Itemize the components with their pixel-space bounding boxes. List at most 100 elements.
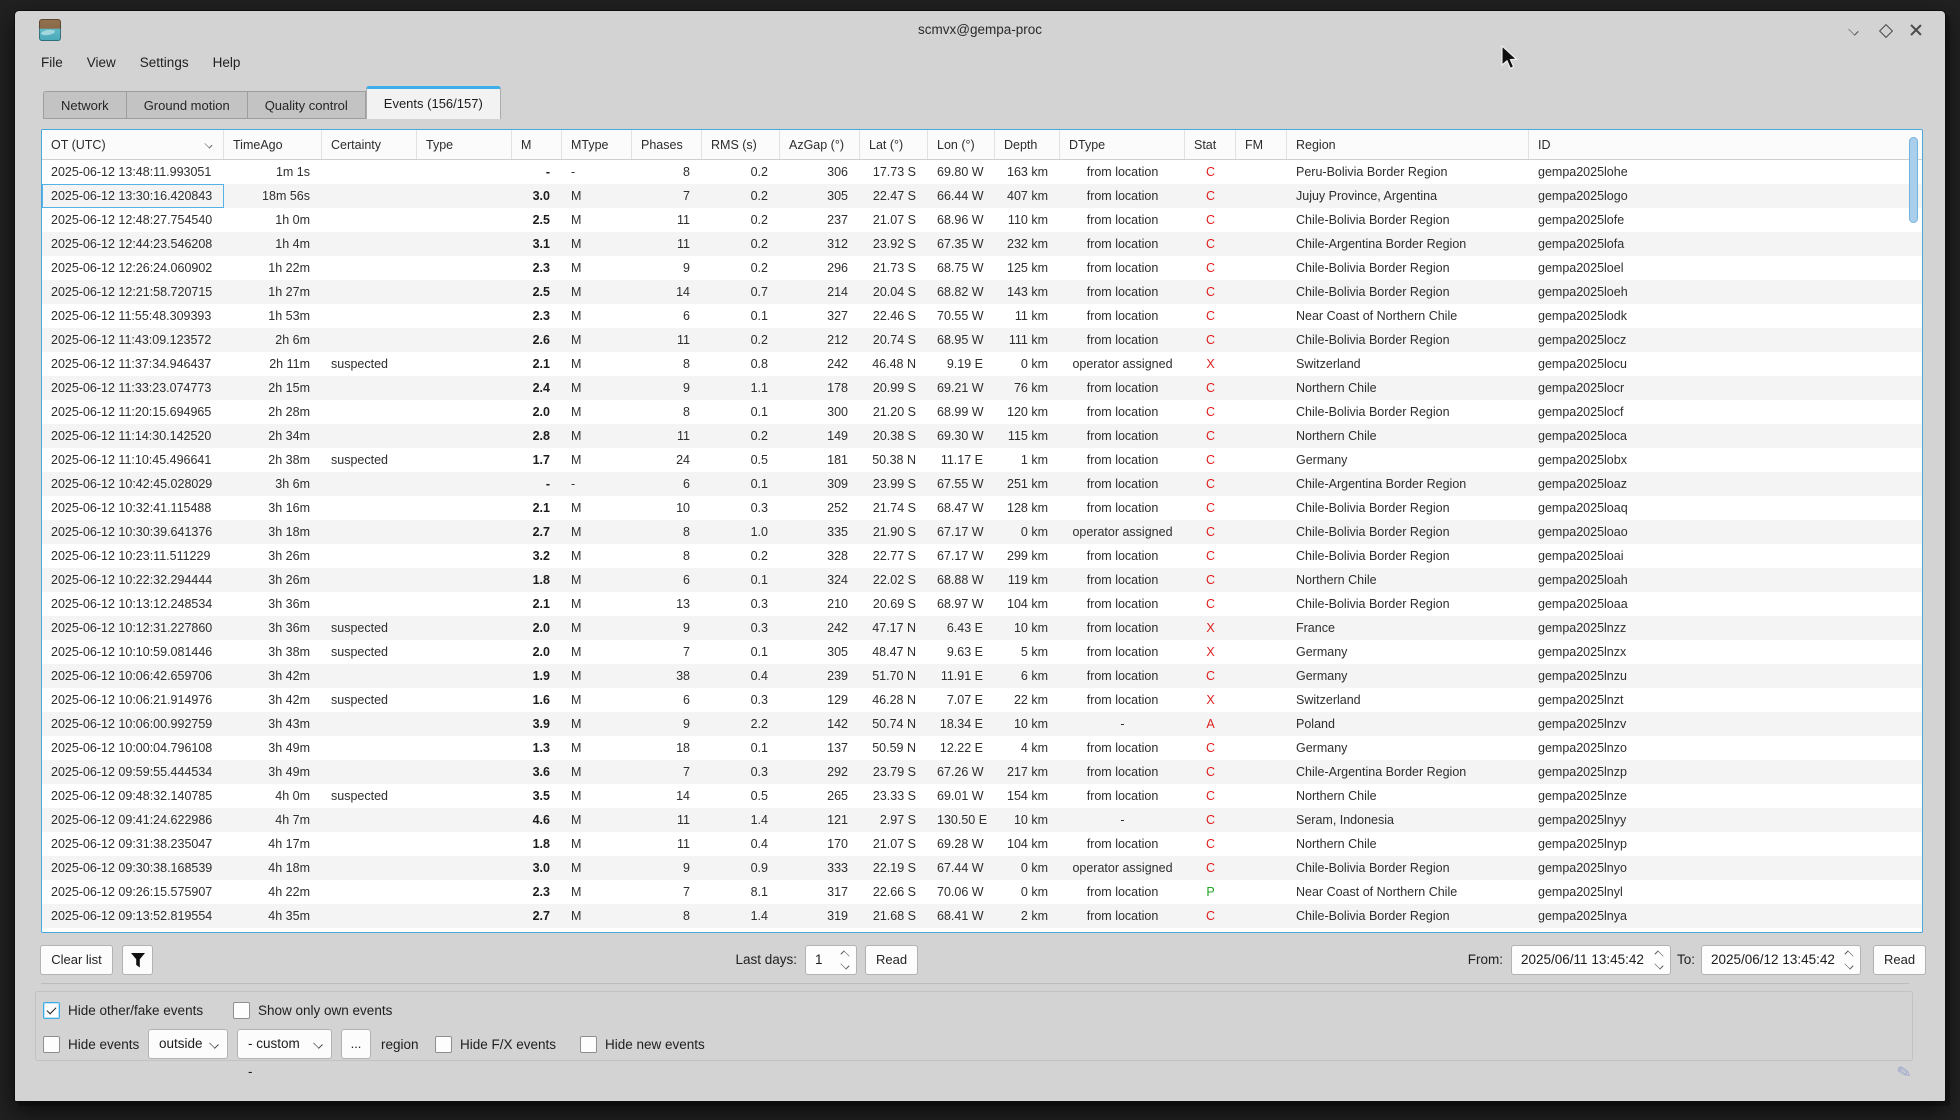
cell-region[interactable]: Chile-Bolivia Border Region: [1287, 592, 1529, 616]
cell-azgap[interactable]: 212: [780, 328, 860, 352]
cell-dtype[interactable]: from location: [1060, 376, 1185, 400]
cell-id[interactable]: gempa2025lnyp: [1529, 832, 1922, 856]
cell-stat[interactable]: C: [1185, 568, 1236, 592]
cell-certainty[interactable]: [322, 904, 417, 928]
cell-mtype[interactable]: M: [562, 640, 632, 664]
cell-type[interactable]: [417, 184, 512, 208]
cell-type[interactable]: [417, 544, 512, 568]
table-row[interactable]: 2025-06-12 09:48:32.1407854h 0msuspected…: [42, 784, 1922, 808]
cell-dtype[interactable]: -: [1060, 712, 1185, 736]
cell-depth[interactable]: 104 km: [995, 832, 1060, 856]
cell-phases[interactable]: 14: [632, 784, 702, 808]
cell-certainty[interactable]: [322, 664, 417, 688]
cell-dtype[interactable]: from location: [1060, 784, 1185, 808]
cell-rms[interactable]: 1.4: [702, 808, 780, 832]
cell-fm[interactable]: [1236, 544, 1287, 568]
cell-rms[interactable]: 0.5: [702, 784, 780, 808]
cell-type[interactable]: [417, 520, 512, 544]
cell-depth[interactable]: 76 km: [995, 376, 1060, 400]
cell-lon[interactable]: 12.22 E: [928, 736, 995, 760]
spin-arrows-icon[interactable]: [839, 950, 851, 972]
cell-id[interactable]: gempa2025lnzt: [1529, 688, 1922, 712]
cell-lat[interactable]: 20.74 S: [860, 328, 928, 352]
cell-ot[interactable]: 2025-06-12 11:37:34.946437: [42, 352, 224, 376]
cell-ot[interactable]: 2025-06-12 13:48:11.993051: [42, 160, 224, 184]
cell-dtype[interactable]: from location: [1060, 448, 1185, 472]
cell-timeago[interactable]: 3h 26m: [224, 568, 322, 592]
cell-phases[interactable]: 11: [632, 424, 702, 448]
cell-m[interactable]: 3.5: [512, 784, 562, 808]
cell-type[interactable]: [417, 664, 512, 688]
cell-azgap[interactable]: 327: [780, 304, 860, 328]
cell-mtype[interactable]: M: [562, 520, 632, 544]
cell-lat[interactable]: 23.79 S: [860, 760, 928, 784]
cell-certainty[interactable]: [322, 544, 417, 568]
cell-timeago[interactable]: 18m 56s: [224, 184, 322, 208]
cell-timeago[interactable]: 2h 34m: [224, 424, 322, 448]
cell-dtype[interactable]: from location: [1060, 592, 1185, 616]
cell-lon[interactable]: 68.75 W: [928, 256, 995, 280]
cell-lat[interactable]: 21.07 S: [860, 208, 928, 232]
last-days-spinbox[interactable]: 1: [805, 945, 857, 975]
cell-azgap[interactable]: 319: [780, 904, 860, 928]
cell-fm[interactable]: [1236, 760, 1287, 784]
cell-type[interactable]: [417, 640, 512, 664]
cell-lon[interactable]: 68.96 W: [928, 208, 995, 232]
show-only-own-checkbox[interactable]: [233, 1002, 250, 1019]
cell-type[interactable]: [417, 880, 512, 904]
cell-dtype[interactable]: from location: [1060, 736, 1185, 760]
cell-ot[interactable]: 2025-06-12 10:22:32.294444: [42, 568, 224, 592]
cell-mtype[interactable]: M: [562, 304, 632, 328]
cell-lat[interactable]: 20.38 S: [860, 424, 928, 448]
cell-type[interactable]: [417, 400, 512, 424]
cell-mtype[interactable]: M: [562, 544, 632, 568]
cell-ot[interactable]: 2025-06-12 10:06:00.992759: [42, 712, 224, 736]
cell-type[interactable]: [417, 328, 512, 352]
cell-id[interactable]: gempa2025loeh: [1529, 280, 1922, 304]
cell-depth[interactable]: 1 km: [995, 448, 1060, 472]
cell-azgap[interactable]: 239: [780, 664, 860, 688]
cell-mtype[interactable]: M: [562, 208, 632, 232]
table-row[interactable]: 2025-06-12 10:42:45.0280293h 6m--60.1309…: [42, 472, 1922, 496]
cell-fm[interactable]: [1236, 328, 1287, 352]
cell-certainty[interactable]: [322, 424, 417, 448]
cell-phases[interactable]: 11: [632, 328, 702, 352]
cell-mtype[interactable]: M: [562, 784, 632, 808]
spin-arrows-icon[interactable]: [1843, 950, 1855, 972]
cell-timeago[interactable]: 4h 0m: [224, 784, 322, 808]
cell-lat[interactable]: 21.74 S: [860, 496, 928, 520]
cell-azgap[interactable]: 333: [780, 856, 860, 880]
cell-depth[interactable]: 154 km: [995, 784, 1060, 808]
cell-fm[interactable]: [1236, 904, 1287, 928]
cell-stat[interactable]: C: [1185, 280, 1236, 304]
cell-region[interactable]: Switzerland: [1287, 352, 1529, 376]
from-datetime-field[interactable]: 2025/06/11 13:45:42: [1511, 945, 1671, 975]
cell-certainty[interactable]: [322, 832, 417, 856]
cell-phases[interactable]: 11: [632, 808, 702, 832]
cell-m[interactable]: 2.0: [512, 640, 562, 664]
cell-timeago[interactable]: 3h 42m: [224, 664, 322, 688]
cell-m[interactable]: 2.1: [512, 352, 562, 376]
cell-lon[interactable]: 18.34 E: [928, 712, 995, 736]
cell-m[interactable]: -: [512, 472, 562, 496]
column-header-azgap[interactable]: AzGap (°): [780, 130, 860, 159]
cell-id[interactable]: gempa2025lobx: [1529, 448, 1922, 472]
cell-azgap[interactable]: 309: [780, 472, 860, 496]
cell-lon[interactable]: 9.19 E: [928, 352, 995, 376]
cell-m[interactable]: 3.6: [512, 760, 562, 784]
cell-phases[interactable]: 9: [632, 616, 702, 640]
cell-region[interactable]: Northern Chile: [1287, 784, 1529, 808]
cell-dtype[interactable]: from location: [1060, 544, 1185, 568]
cell-depth[interactable]: 5 km: [995, 640, 1060, 664]
cell-azgap[interactable]: 242: [780, 352, 860, 376]
cell-depth[interactable]: 2 km: [995, 904, 1060, 928]
cell-lon[interactable]: 70.06 W: [928, 880, 995, 904]
table-row[interactable]: 2025-06-12 12:44:23.5462081h 4m3.1M110.2…: [42, 232, 1922, 256]
cell-mtype[interactable]: M: [562, 616, 632, 640]
cell-timeago[interactable]: 1h 27m: [224, 280, 322, 304]
cell-fm[interactable]: [1236, 400, 1287, 424]
cell-fm[interactable]: [1236, 832, 1287, 856]
cell-ot[interactable]: 2025-06-12 11:55:48.309393: [42, 304, 224, 328]
cell-rms[interactable]: 0.2: [702, 544, 780, 568]
cell-phases[interactable]: 11: [632, 232, 702, 256]
